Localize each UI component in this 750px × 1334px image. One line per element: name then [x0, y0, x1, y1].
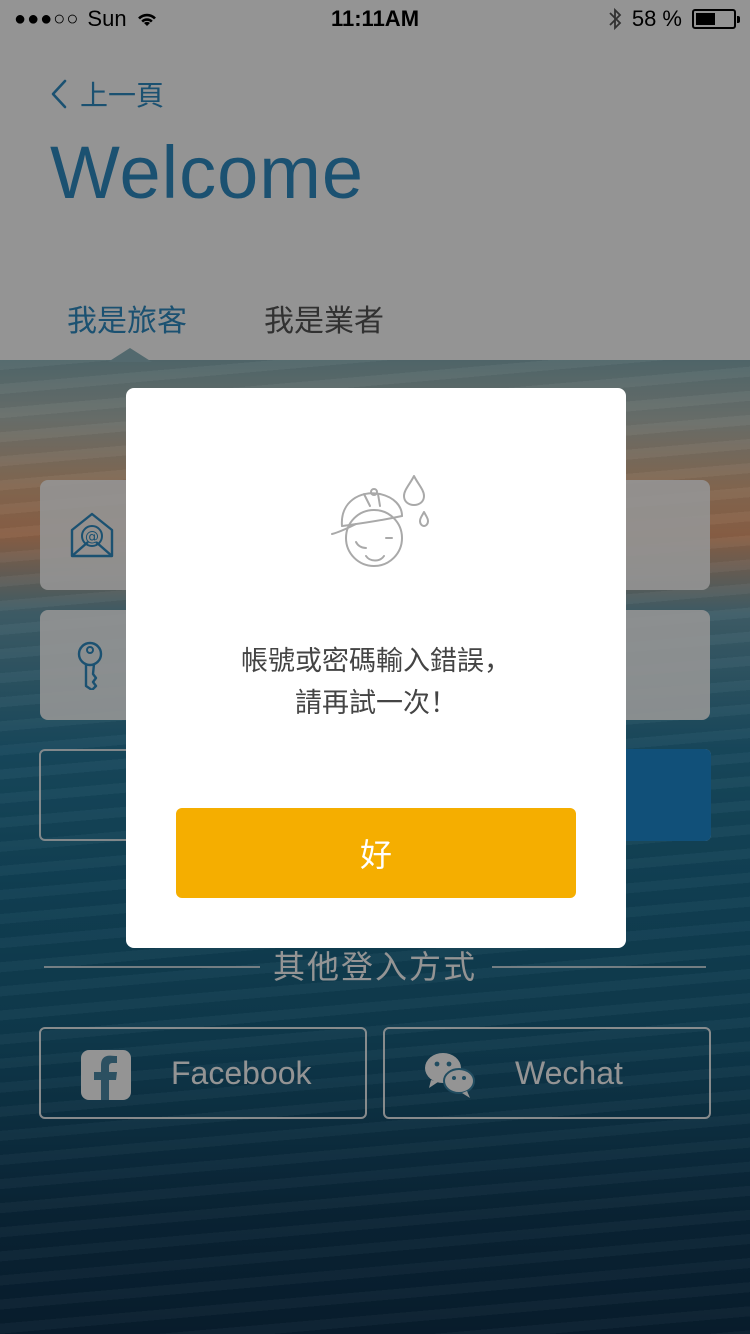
- app-root: ●●●○○ Sun 11:11AM 58 % 上一頁 Welcome 我是旅客 …: [0, 0, 750, 1334]
- sweating-face-cap-icon: [331, 475, 429, 567]
- ok-button[interactable]: 好: [176, 808, 576, 898]
- error-dialog: 帳號或密碼輸入錯誤， 請再試一次！ 好: [126, 388, 626, 948]
- error-message-line1: 帳號或密碼輸入錯誤，: [241, 646, 511, 676]
- error-message: 帳號或密碼輸入錯誤， 請再試一次！: [126, 640, 626, 724]
- error-message-line2: 請再試一次！: [295, 688, 457, 718]
